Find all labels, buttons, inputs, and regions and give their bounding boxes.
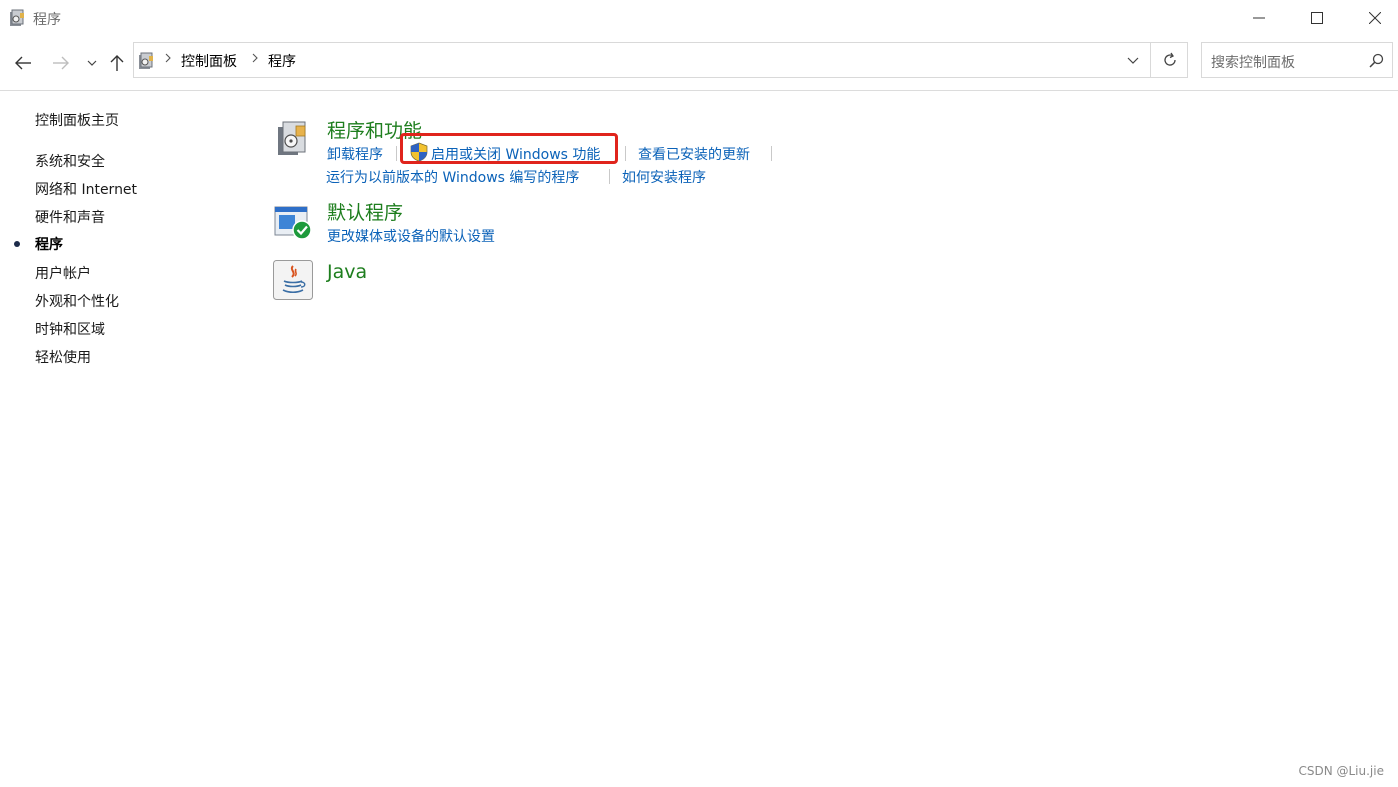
how-to-install-link[interactable]: 如何安装程序 bbox=[622, 167, 706, 187]
watermark: CSDN @Liu.jie bbox=[1298, 764, 1384, 778]
breadcrumb-control-panel[interactable]: 控制面板 bbox=[181, 51, 237, 71]
link-separator bbox=[396, 146, 397, 161]
forward-arrow-icon bbox=[53, 56, 69, 70]
chevron-right-icon bbox=[252, 53, 258, 63]
refresh-button[interactable] bbox=[1150, 43, 1188, 77]
sidebar-item-clock-region[interactable]: 时钟和区域 bbox=[35, 319, 105, 339]
search-icon bbox=[1369, 53, 1384, 68]
sidebar-item-user-accounts[interactable]: 用户帐户 bbox=[35, 263, 91, 283]
link-separator bbox=[771, 146, 772, 161]
programs-window-icon bbox=[10, 9, 24, 26]
back-arrow-icon bbox=[15, 56, 31, 70]
highlight-box bbox=[400, 133, 618, 164]
up-arrow-icon bbox=[110, 55, 124, 71]
title-bar: 程序 bbox=[0, 0, 1398, 38]
sidebar-item-network[interactable]: 网络和 Internet bbox=[35, 179, 137, 199]
back-button[interactable] bbox=[11, 51, 35, 75]
java-icon bbox=[273, 260, 313, 300]
compatibility-link[interactable]: 运行为以前版本的 Windows 编写的程序 bbox=[326, 167, 579, 187]
view-installed-updates-link[interactable]: 查看已安装的更新 bbox=[638, 144, 750, 164]
close-button[interactable] bbox=[1346, 0, 1398, 36]
link-separator bbox=[609, 169, 610, 184]
sidebar-item-ease-of-access[interactable]: 轻松使用 bbox=[35, 347, 91, 367]
sidebar-item-appearance[interactable]: 外观和个性化 bbox=[35, 291, 119, 311]
search-placeholder: 搜索控制面板 bbox=[1211, 55, 1295, 71]
chevron-down-icon bbox=[1127, 57, 1139, 64]
maximize-button[interactable] bbox=[1288, 0, 1346, 36]
address-dropdown-button[interactable] bbox=[1116, 43, 1150, 77]
sidebar-home-link[interactable]: 控制面板主页 bbox=[35, 110, 119, 130]
programs-location-icon bbox=[139, 52, 153, 69]
default-programs-icon bbox=[274, 206, 312, 240]
sidebar-item-programs[interactable]: 程序 bbox=[35, 234, 63, 254]
refresh-icon bbox=[1163, 52, 1176, 66]
category-title-java[interactable]: Java bbox=[327, 261, 367, 283]
link-separator bbox=[625, 146, 626, 161]
programs-features-icon bbox=[278, 121, 306, 155]
recent-locations-button[interactable] bbox=[80, 51, 104, 75]
minimize-icon bbox=[1253, 17, 1265, 19]
close-icon bbox=[1369, 12, 1381, 24]
forward-button[interactable] bbox=[49, 51, 73, 75]
chevron-right-icon bbox=[165, 53, 171, 63]
active-item-bullet bbox=[14, 241, 20, 247]
sidebar-item-system-security[interactable]: 系统和安全 bbox=[35, 151, 105, 171]
maximize-icon bbox=[1311, 12, 1323, 24]
sidebar-item-hardware-sound[interactable]: 硬件和声音 bbox=[35, 207, 105, 227]
address-bar[interactable]: 控制面板 程序 bbox=[133, 42, 1188, 78]
category-title-default-programs[interactable]: 默认程序 bbox=[327, 198, 403, 225]
change-default-settings-link[interactable]: 更改媒体或设备的默认设置 bbox=[327, 226, 495, 246]
minimize-button[interactable] bbox=[1230, 0, 1288, 36]
navigation-bar: 控制面板 程序 搜索控制面板 bbox=[0, 38, 1398, 91]
up-button[interactable] bbox=[105, 51, 129, 75]
chevron-down-icon bbox=[87, 60, 97, 66]
uninstall-program-link[interactable]: 卸载程序 bbox=[327, 144, 383, 164]
window-title: 程序 bbox=[33, 12, 61, 28]
breadcrumb-programs[interactable]: 程序 bbox=[268, 51, 296, 71]
search-input[interactable]: 搜索控制面板 bbox=[1201, 42, 1393, 78]
